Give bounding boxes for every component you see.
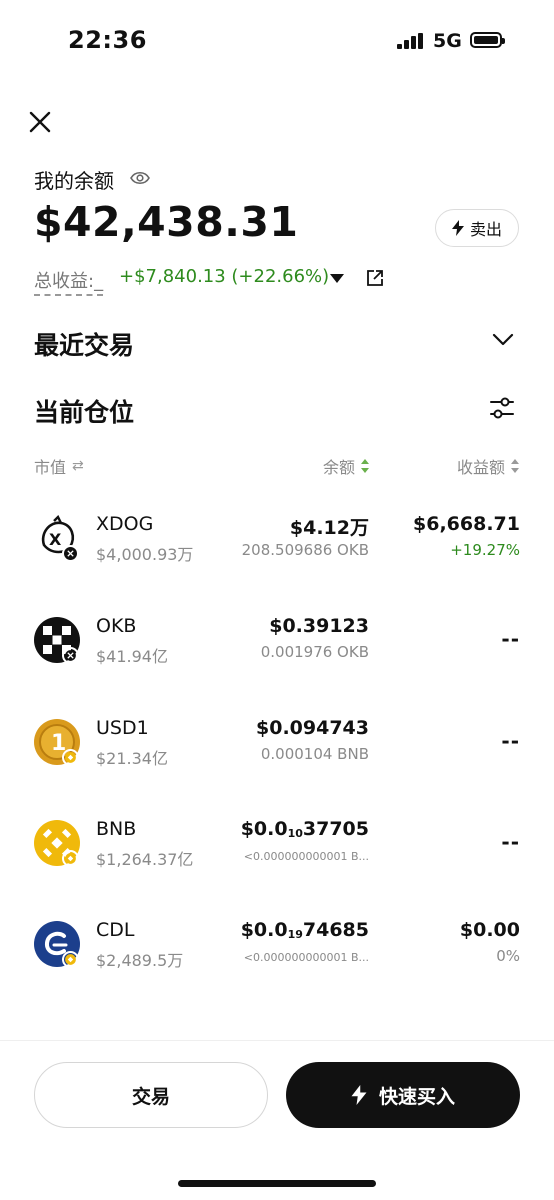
- filter-icon[interactable]: [488, 394, 516, 422]
- token-amount: <0.000000000001 B...: [243, 850, 369, 863]
- token-row[interactable]: 1 USD1 $21.34亿 $0.094743 0.000104 BNB --: [0, 717, 554, 799]
- token-market-cap: $1,264.37亿: [96, 850, 194, 869]
- token-market-cap: $4,000.93万: [96, 545, 194, 564]
- token-pnl: --: [501, 627, 520, 651]
- footer-divider: [0, 1040, 554, 1041]
- positions-title: 当前仓位: [34, 398, 135, 427]
- balance-value: $42,438.31: [34, 198, 299, 246]
- balance-label: 我的余额: [34, 169, 114, 193]
- token-balance: $4.12万: [289, 517, 369, 539]
- network-label: 5G: [433, 30, 462, 52]
- token-market-cap: $41.94亿: [96, 647, 168, 666]
- token-pnl: --: [501, 729, 520, 753]
- token-pnl-pct: 0%: [496, 947, 520, 965]
- svg-text:X: X: [49, 530, 62, 549]
- swap-icon: ⇄: [72, 458, 84, 474]
- token-market-cap: $2,489.5万: [96, 951, 184, 970]
- status-time: 22:36: [68, 26, 147, 54]
- chevron-down-icon[interactable]: [492, 333, 514, 347]
- recent-trades-title[interactable]: 最近交易: [34, 326, 134, 362]
- lightning-icon: [451, 220, 464, 236]
- token-pnl: $6,668.71: [413, 513, 520, 535]
- sell-button[interactable]: 卖出: [435, 209, 519, 247]
- token-balance: $0.39123: [269, 615, 369, 637]
- token-balance: $0.01974685: [240, 919, 369, 941]
- token-symbol: USD1: [96, 717, 149, 739]
- token-amount: <0.000000000001 B...: [243, 951, 369, 964]
- token-amount: 0.000104 BNB: [260, 745, 369, 763]
- token-pnl-pct: +19.27%: [450, 541, 520, 559]
- pnl-label: 总收益:_: [34, 267, 104, 296]
- quick-buy-button[interactable]: 快速买入: [286, 1062, 520, 1128]
- signal-icon: [397, 33, 425, 49]
- close-icon[interactable]: [28, 110, 52, 134]
- token-amount: 208.509686 OKB: [241, 541, 369, 559]
- lightning-icon: [351, 1085, 367, 1105]
- bnb-chain-icon: [62, 850, 79, 867]
- sort-icon: [511, 459, 520, 473]
- col-balance[interactable]: 余额: [323, 454, 370, 478]
- col-market-cap[interactable]: 市值 ⇄: [34, 454, 84, 478]
- eye-icon[interactable]: [130, 169, 150, 187]
- pnl-value: +$7,840.13 (+22.66%): [119, 266, 330, 287]
- token-pnl: --: [501, 830, 520, 854]
- token-amount: 0.001976 OKB: [260, 643, 369, 661]
- col-pnl[interactable]: 收益额: [457, 454, 520, 478]
- okx-chain-icon: [62, 545, 79, 562]
- quick-buy-label: 快速买入: [378, 1085, 455, 1108]
- token-pnl: $0.00: [459, 919, 520, 941]
- token-balance: $0.01037705: [240, 818, 369, 840]
- bnb-chain-icon: [62, 749, 79, 766]
- trade-button[interactable]: 交易: [34, 1062, 268, 1128]
- token-row[interactable]: X XDOG $4,000.93万 $4.12万 208.509686 OKB …: [0, 513, 554, 595]
- caret-down-icon[interactable]: [330, 274, 344, 283]
- token-row[interactable]: CDL $2,489.5万 $0.01974685 <0.00000000000…: [0, 919, 554, 1001]
- token-symbol: XDOG: [96, 513, 154, 535]
- token-row[interactable]: BNB $1,264.37亿 $0.01037705 <0.0000000000…: [0, 818, 554, 900]
- sort-icon: [361, 459, 370, 473]
- sell-label: 卖出: [469, 220, 502, 239]
- home-indicator[interactable]: [178, 1180, 376, 1187]
- external-link-icon[interactable]: [366, 269, 384, 287]
- token-symbol: OKB: [96, 615, 137, 637]
- battery-icon: [470, 32, 505, 48]
- okx-chain-icon: [62, 647, 79, 664]
- token-row[interactable]: OKB $41.94亿 $0.39123 0.001976 OKB --: [0, 615, 554, 697]
- bnb-chain-icon: [62, 951, 79, 968]
- token-symbol: CDL: [96, 919, 135, 941]
- token-balance: $0.094743: [256, 717, 369, 739]
- token-symbol: BNB: [96, 818, 137, 840]
- token-market-cap: $21.34亿: [96, 749, 168, 768]
